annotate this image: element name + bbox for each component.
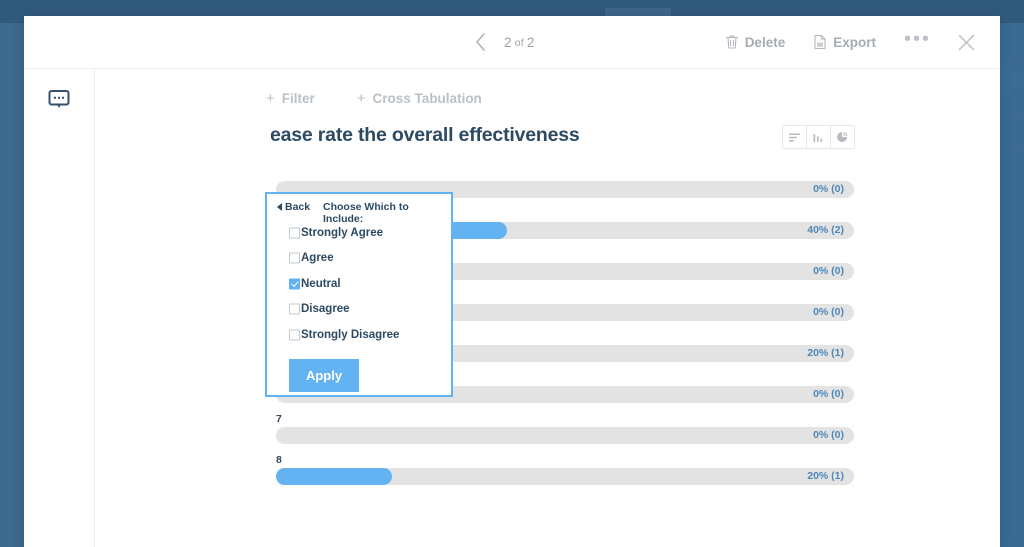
modal-body: + Filter + Cross Tabulation ease rate th… bbox=[24, 69, 1000, 547]
bar-track: 20% (1) bbox=[276, 468, 854, 485]
question-title: ease rate the overall effectiveness bbox=[270, 124, 580, 146]
include-option-label[interactable]: Strongly Agree bbox=[301, 227, 383, 239]
trash-icon bbox=[725, 35, 738, 49]
include-filter-panel: Back Choose Which to Include: Strongly A… bbox=[265, 192, 453, 397]
include-option-checkbox[interactable] bbox=[289, 303, 300, 315]
header-actions: Delete Export ••• bbox=[711, 16, 982, 68]
include-option[interactable]: Strongly Agree bbox=[267, 220, 451, 246]
include-option-label[interactable]: Strongly Disagree bbox=[301, 329, 399, 341]
add-cross-tabulation-button[interactable]: + Cross Tabulation bbox=[357, 90, 482, 107]
include-option-label[interactable]: Agree bbox=[301, 252, 334, 264]
close-icon bbox=[958, 34, 975, 50]
bar-value-label: 20% (1) bbox=[807, 347, 844, 359]
delete-button[interactable]: Delete bbox=[711, 34, 800, 50]
include-option-checkbox[interactable] bbox=[289, 227, 300, 239]
page-current: 2 bbox=[504, 34, 512, 50]
panel-option-list: Strongly Agree Agree Neutral Disagree Strong… bbox=[267, 220, 451, 348]
bar-row: 8 20% (1) bbox=[276, 452, 854, 485]
include-option-label[interactable]: Neutral bbox=[301, 278, 341, 290]
bar-value-label: 0% (0) bbox=[813, 429, 844, 441]
response-modal: 2 of 2 Delete Export ••• + Filter + Cros… bbox=[24, 16, 1000, 547]
add-filter-button[interactable]: + Filter bbox=[266, 90, 315, 107]
bar-value-label: 0% (0) bbox=[813, 388, 844, 400]
bar-row: 7 0% (0) bbox=[276, 411, 854, 444]
include-option[interactable]: Agree bbox=[267, 246, 451, 272]
export-label: Export bbox=[833, 34, 876, 50]
panel-back-label: Back bbox=[285, 201, 311, 213]
screen: 2 of 2 Delete Export ••• + Filter + Cros… bbox=[0, 0, 1024, 547]
view-toggle-list[interactable] bbox=[783, 126, 807, 148]
cross-tabulation-label: Cross Tabulation bbox=[372, 91, 482, 106]
filter-label: Filter bbox=[281, 91, 315, 106]
panel-back-button[interactable]: Back bbox=[277, 201, 310, 213]
panel-header: Back Choose Which to Include: bbox=[267, 194, 451, 225]
left-rail bbox=[24, 69, 95, 547]
close-button[interactable] bbox=[945, 33, 982, 52]
document-icon bbox=[814, 34, 826, 50]
comment-bubble-icon[interactable] bbox=[46, 87, 72, 113]
view-toggle-column[interactable] bbox=[807, 126, 831, 148]
bar-value-label: 0% (0) bbox=[813, 265, 844, 277]
chevron-left-icon bbox=[475, 33, 485, 51]
include-option[interactable]: Disagree bbox=[267, 297, 451, 323]
include-option-checkbox[interactable] bbox=[289, 278, 300, 290]
triangle-left-icon bbox=[277, 203, 282, 211]
vertical-bars-icon bbox=[813, 133, 823, 142]
more-options-button[interactable]: ••• bbox=[890, 29, 945, 55]
bar-value-label: 20% (1) bbox=[807, 470, 844, 482]
include-option-checkbox[interactable] bbox=[289, 329, 300, 341]
view-toggle-pie[interactable] bbox=[831, 126, 854, 148]
bar-fill bbox=[276, 468, 392, 485]
pie-chart-icon bbox=[837, 131, 848, 142]
plus-icon: + bbox=[266, 90, 275, 107]
page-of-label: of bbox=[514, 37, 524, 49]
previous-response-button[interactable] bbox=[466, 28, 494, 56]
export-button[interactable]: Export bbox=[799, 34, 890, 50]
plus-icon: + bbox=[356, 90, 366, 107]
include-option-label[interactable]: Disagree bbox=[301, 303, 350, 315]
backdrop-left-column bbox=[0, 23, 24, 547]
bar-value-label: 0% (0) bbox=[813, 306, 844, 318]
results-content: + Filter + Cross Tabulation ease rate th… bbox=[94, 69, 1000, 547]
apply-button[interactable]: Apply bbox=[289, 359, 359, 392]
filter-toolbar: + Filter + Cross Tabulation bbox=[266, 90, 482, 107]
view-toggle-group bbox=[782, 125, 855, 149]
include-option-checkbox[interactable] bbox=[289, 252, 300, 264]
modal-header: 2 of 2 Delete Export ••• bbox=[24, 16, 1000, 69]
page-total: 2 bbox=[526, 34, 535, 50]
bar-track: 0% (0) bbox=[276, 427, 854, 444]
page-indicator: 2 of 2 bbox=[504, 16, 535, 68]
bar-value-label: 0% (0) bbox=[813, 183, 844, 195]
delete-label: Delete bbox=[744, 34, 786, 50]
bar-row-label: 8 bbox=[276, 454, 282, 466]
bar-row-label: 7 bbox=[276, 413, 282, 425]
include-option[interactable]: Strongly Disagree bbox=[267, 322, 451, 348]
horizontal-bars-icon bbox=[789, 133, 800, 142]
bar-value-label: 40% (2) bbox=[807, 224, 844, 236]
include-option[interactable]: Neutral bbox=[267, 271, 451, 297]
